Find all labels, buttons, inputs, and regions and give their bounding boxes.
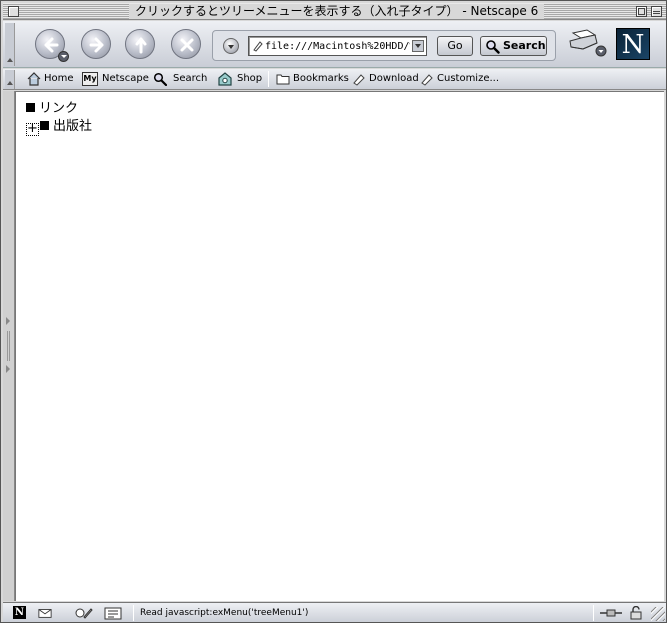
navigation-toolbar-grippy[interactable] — [5, 23, 15, 66]
back-history-dropdown[interactable] — [58, 51, 69, 62]
home-icon — [27, 72, 41, 86]
sidebar-expand-arrow-icon[interactable] — [6, 317, 10, 325]
sidebar-splitter[interactable] — [3, 91, 15, 601]
url-bar-group: Go Search — [212, 30, 556, 61]
stop-button[interactable] — [171, 29, 201, 59]
bookmark-pin-icon — [353, 74, 365, 86]
stop-x-icon — [180, 38, 194, 52]
my-netscape-icon: My — [82, 72, 98, 86]
tree-menu: リンク + 出版社 — [26, 100, 92, 136]
address-book-icon[interactable] — [104, 606, 122, 620]
navigation-toolbar: Go Search N — [3, 21, 666, 68]
printer-icon — [569, 29, 607, 57]
status-separator — [593, 605, 594, 621]
netscape-logo[interactable]: N — [616, 28, 650, 60]
status-text: Read javascript:exMenu('treeMenu1') — [140, 608, 309, 618]
tree-item-label[interactable]: 出版社 — [53, 119, 92, 134]
sidebar-expand-arrow-icon[interactable] — [6, 365, 10, 373]
arrow-right-icon — [89, 37, 104, 53]
personal-toolbar: Home My Netscape Search Shop Bookmarks D… — [3, 69, 666, 90]
tree-item-publishers[interactable]: + 出版社 — [26, 118, 92, 136]
search-button-label: Search — [503, 39, 546, 52]
back-button[interactable] — [35, 29, 69, 62]
splitter-grip[interactable] — [7, 331, 10, 361]
zoom-box[interactable] — [636, 6, 647, 17]
window-title: クリックするとツリーメニューを表示する（入れ子タイプ） - Netscape 6 — [129, 4, 545, 19]
security-lock-icon[interactable] — [629, 606, 643, 620]
status-separator — [133, 605, 134, 621]
magnifier-icon — [153, 72, 167, 86]
url-autocomplete-dropdown[interactable] — [412, 40, 424, 52]
forward-button[interactable] — [81, 29, 111, 59]
online-plug-icon[interactable] — [599, 606, 623, 620]
search-button[interactable]: Search — [480, 36, 547, 56]
bullet-square-icon — [26, 103, 35, 112]
reload-icon — [135, 37, 147, 54]
page-proxy-icon[interactable] — [252, 40, 264, 52]
composer-icon[interactable] — [75, 606, 93, 620]
netscape-component-icon[interactable]: N — [13, 606, 26, 619]
url-field[interactable] — [248, 36, 427, 56]
url-history-dropdown[interactable] — [223, 38, 239, 54]
close-box[interactable] — [8, 6, 19, 17]
status-bar: N Read javascript:exMenu('treeMenu1') — [3, 602, 666, 622]
mail-icon[interactable] — [38, 606, 52, 620]
folder-icon — [276, 74, 290, 85]
window-resize-grip[interactable] — [651, 607, 665, 621]
personal-toolbar-grippy[interactable] — [5, 70, 15, 89]
magnifier-icon — [486, 40, 500, 54]
browser-window: クリックするとツリーメニューを表示する（入れ子タイプ） - Netscape 6 — [0, 0, 667, 623]
tree-item-label[interactable]: リンク — [39, 101, 78, 116]
bookmark-pin-icon — [421, 74, 433, 86]
title-bar[interactable]: クリックするとツリーメニューを表示する（入れ子タイプ） - Netscape 6 — [3, 3, 666, 20]
reload-button[interactable] — [125, 29, 155, 59]
go-button[interactable]: Go — [437, 36, 473, 56]
shop-icon — [218, 72, 232, 86]
tree-item-links[interactable]: リンク — [26, 100, 92, 118]
url-input[interactable] — [265, 38, 410, 54]
arrow-left-icon — [44, 37, 59, 53]
page-content: リンク + 出版社 — [15, 91, 664, 601]
expand-toggle[interactable]: + — [26, 122, 39, 136]
collapse-box[interactable] — [651, 6, 662, 17]
personal-toolbar-separator — [268, 71, 269, 87]
print-button[interactable] — [565, 27, 607, 63]
bullet-square-icon — [40, 121, 49, 130]
